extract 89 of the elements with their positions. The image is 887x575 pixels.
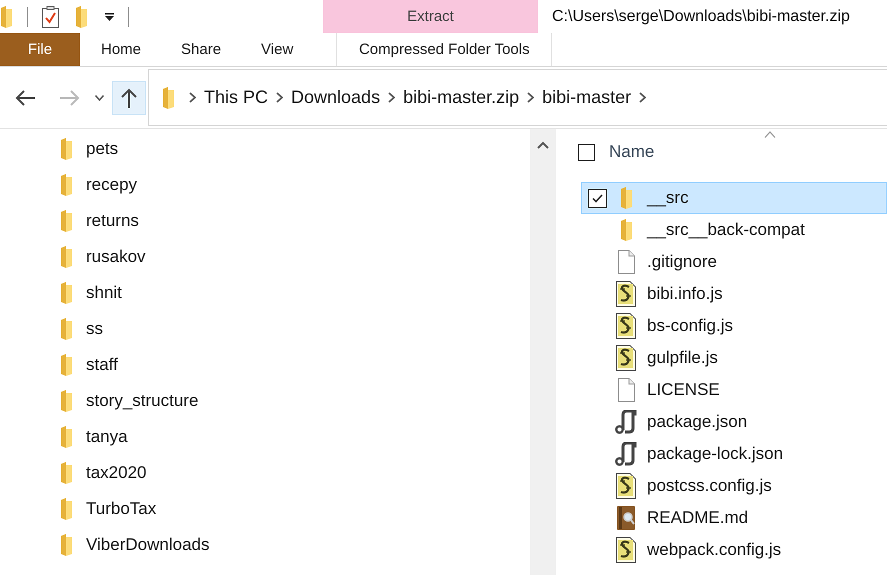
folder-icon	[60, 354, 73, 376]
file-name: gulpfile.js	[647, 348, 718, 368]
folder-name[interactable]: shnit	[86, 283, 122, 303]
folder-icon	[60, 210, 73, 232]
file-row[interactable]: README.md	[581, 502, 887, 534]
file-name: __src	[647, 188, 689, 208]
checkmark-icon	[592, 194, 603, 202]
forward-arrow-icon	[60, 90, 80, 106]
folder-icon	[162, 86, 175, 108]
dropdown-caret-icon	[105, 12, 114, 20]
chevron-right-icon	[527, 92, 534, 103]
folder-icon	[0, 6, 13, 28]
file-name: bs-config.js	[647, 316, 733, 336]
column-header[interactable]: Name	[609, 142, 654, 162]
file-row[interactable]: LICENSE	[581, 374, 887, 406]
document-icon	[617, 378, 635, 402]
folder-name[interactable]: rusakov	[86, 247, 146, 267]
file-name: README.md	[647, 508, 748, 528]
file-row[interactable]: package-lock.json	[581, 438, 887, 470]
breadcrumb[interactable]: bibi-master	[534, 87, 640, 108]
file-name: __src__back-compat	[647, 220, 805, 240]
chevron-right-icon	[189, 92, 196, 103]
folder-icon	[60, 462, 73, 484]
file-row[interactable]: postcss.config.js	[581, 470, 887, 502]
file-name: webpack.config.js	[647, 540, 782, 560]
script-icon	[616, 345, 636, 371]
file-row[interactable]: webpack.config.js	[581, 534, 887, 566]
folder-name[interactable]: tanya	[86, 427, 128, 447]
breadcrumb[interactable]: Downloads	[283, 87, 388, 108]
script-icon	[616, 281, 636, 307]
document-icon	[617, 250, 635, 274]
file-row[interactable]: __src__back-compat	[581, 214, 887, 246]
window-title: C:\Users\serge\Downloads\bibi-master.zip	[551, 6, 850, 26]
ribbon-tab[interactable]: Share	[161, 33, 242, 66]
folder-icon	[60, 318, 73, 340]
select-all-checkbox[interactable]	[578, 144, 595, 160]
up-arrow-icon	[121, 88, 137, 108]
breadcrumb[interactable]: This PC	[196, 87, 276, 108]
file-name: postcss.config.js	[647, 476, 772, 496]
file-name: bibi.info.js	[647, 284, 723, 304]
script-icon	[616, 473, 636, 499]
chevron-right-icon	[276, 92, 284, 103]
folder-name[interactable]: ViberDownloads	[86, 535, 210, 555]
folder-icon	[620, 219, 632, 241]
file-row[interactable]: __src	[581, 182, 887, 214]
folder-icon	[60, 138, 73, 160]
up-button[interactable]	[112, 80, 146, 114]
folder-icon	[60, 174, 73, 196]
file-row[interactable]: gulpfile.js	[581, 342, 887, 374]
file-row[interactable]: package.json	[581, 406, 887, 438]
folder-name[interactable]: returns	[86, 211, 139, 231]
file-name: package-lock.json	[647, 444, 784, 464]
folder-name[interactable]: recepy	[86, 175, 138, 195]
address-field[interactable]: This PC Downloads bibi-master.zip bibi-master	[148, 69, 887, 126]
chevron-right-icon	[388, 92, 396, 103]
file-row[interactable]: bibi.info.js	[581, 278, 887, 310]
folder-icon	[60, 282, 73, 304]
file-name: .gitignore	[647, 252, 717, 272]
file-row[interactable]: .gitignore	[581, 246, 887, 278]
back-arrow-icon	[15, 90, 35, 106]
chevron-right-icon	[639, 92, 646, 103]
folder-icon	[60, 498, 73, 520]
folder-icon	[620, 187, 632, 209]
folder-name[interactable]: ss	[86, 319, 103, 339]
script-icon	[616, 537, 636, 563]
folder-icon	[60, 534, 73, 556]
script-icon	[616, 313, 636, 339]
ribbon-tab[interactable]: View	[241, 33, 314, 66]
book-icon	[616, 505, 636, 531]
file-name: LICENSE	[647, 380, 720, 400]
folder-name[interactable]: story_structure	[86, 391, 198, 411]
new-folder-icon	[75, 6, 88, 28]
sort-caret-icon	[764, 131, 776, 138]
folder-name[interactable]: tax2020	[86, 463, 146, 483]
folder-icon	[60, 246, 73, 268]
folder-name[interactable]: pets	[86, 139, 118, 159]
file-name: package.json	[647, 412, 748, 432]
file-row[interactable]: bs-config.js	[581, 310, 887, 342]
folder-icon	[60, 426, 73, 448]
contextual-tab-group-label: Extract	[323, 0, 538, 33]
file-menu-tab[interactable]: File	[0, 33, 80, 66]
row-checkbox[interactable]	[588, 188, 607, 208]
breadcrumb[interactable]: bibi-master.zip	[395, 87, 528, 108]
ribbon-tab[interactable]: Compressed Folder Tools	[336, 33, 552, 66]
dropdown-caret-icon	[95, 94, 104, 100]
ribbon-tab[interactable]: Home	[81, 33, 162, 66]
folder-name[interactable]: staff	[86, 355, 118, 375]
folder-name[interactable]: TurboTax	[86, 499, 156, 519]
folder-icon	[60, 390, 73, 412]
